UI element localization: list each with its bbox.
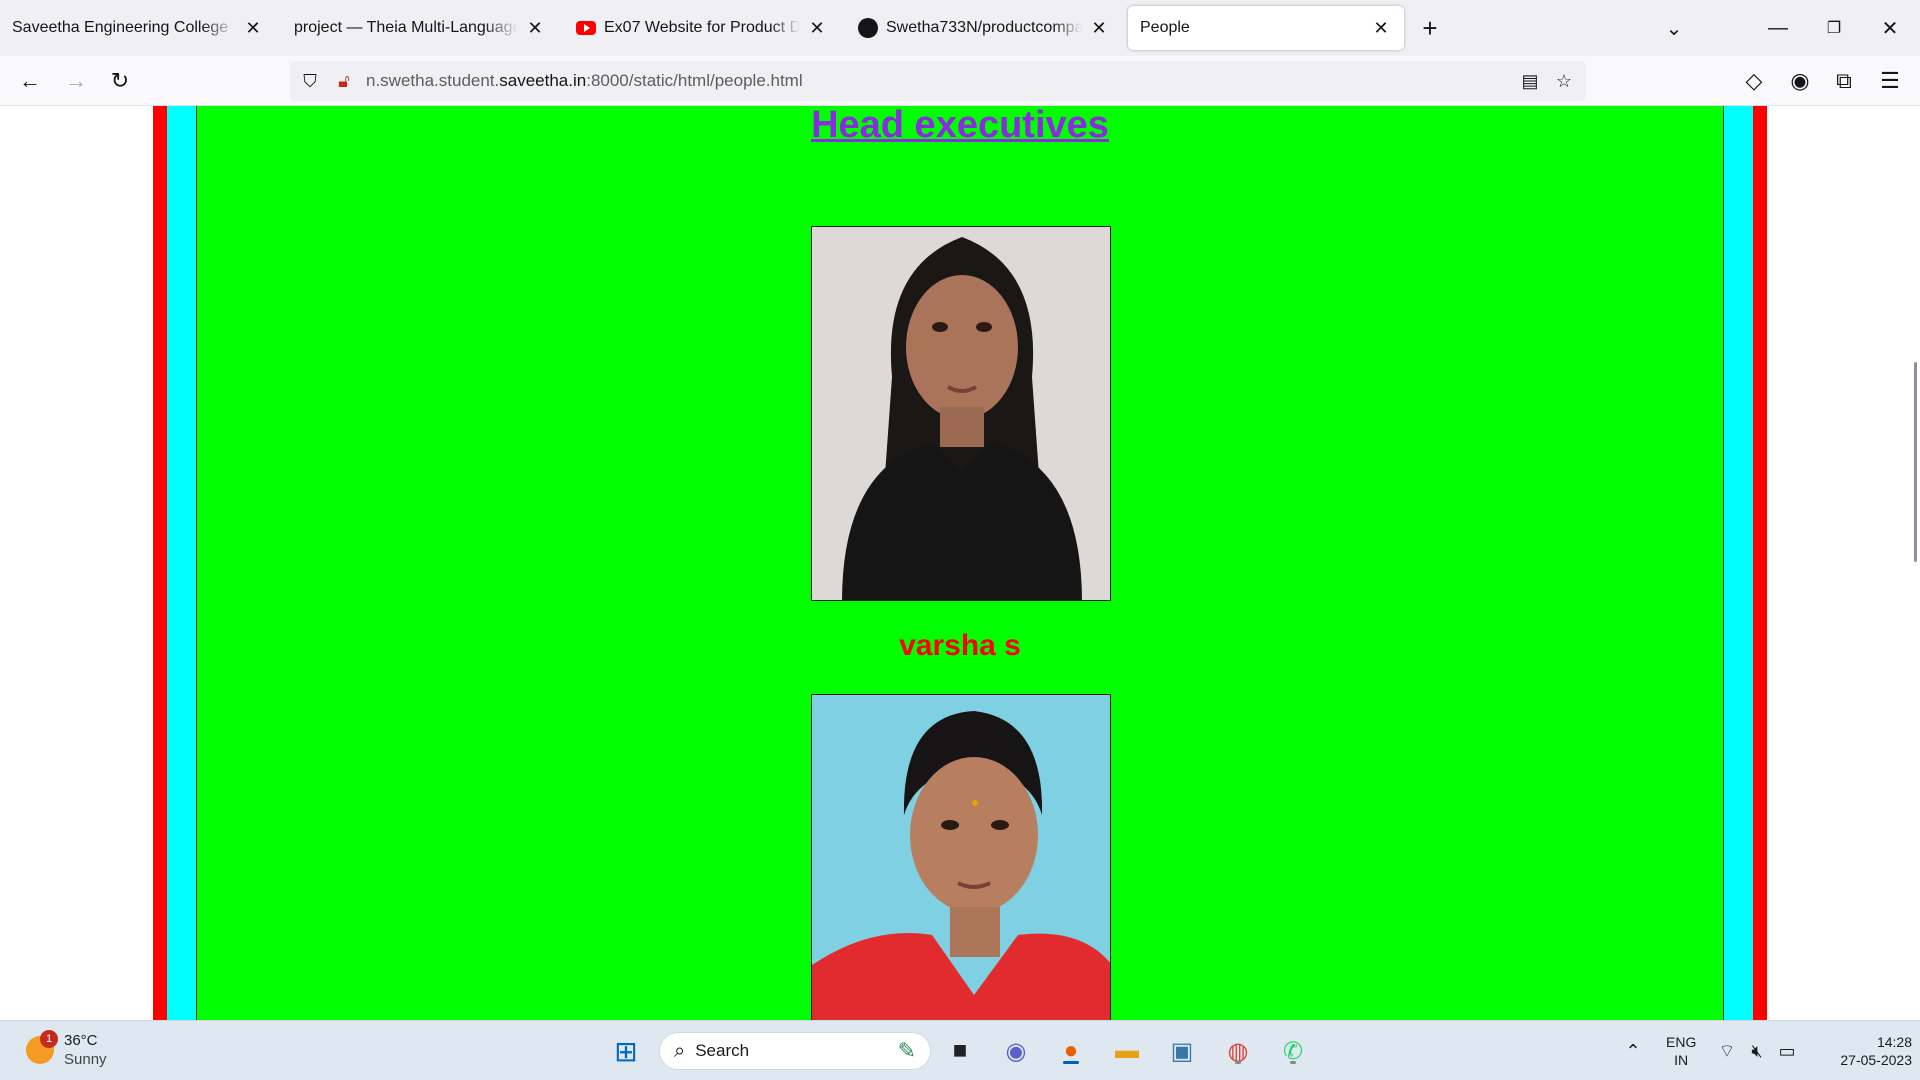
region-code: IN <box>1674 1052 1689 1068</box>
menu-icon[interactable]: ☰ <box>1874 65 1906 97</box>
person-photo <box>811 226 1111 601</box>
navigation-toolbar: ← → ↻ ⛉ 🔓︎ n.swetha.student.saveetha.in:… <box>0 56 1920 106</box>
task-view-icon[interactable]: ■ <box>943 1034 977 1068</box>
page-viewport: Head executives varsha s <box>0 106 1920 1020</box>
tab-strip: Saveetha Engineering College ✕ project —… <box>0 0 1920 56</box>
restore-icon[interactable]: ❐ <box>1816 10 1852 46</box>
language-code: ENG <box>1666 1034 1697 1050</box>
firefox-icon[interactable]: ● <box>1054 1034 1088 1068</box>
wifi-icon[interactable]: ⌔ <box>1710 1034 1744 1068</box>
tab-title: Swetha733N/productcompanywebsite <box>886 19 1082 36</box>
address-bar[interactable]: ⛉ 🔓︎ n.swetha.student.saveetha.in:8000/s… <box>290 61 1586 101</box>
pocket-icon[interactable]: ◇ <box>1738 65 1770 97</box>
extensions-icon[interactable]: ⧉ <box>1828 65 1860 97</box>
notification-badge: 1 <box>40 1030 58 1048</box>
page-heading[interactable]: Head executives <box>197 106 1723 144</box>
person-photo <box>811 694 1111 1020</box>
left-outer-border <box>153 106 167 1020</box>
close-tab-icon[interactable]: ✕ <box>1088 17 1110 39</box>
show-hidden-icons-chevron-icon[interactable]: ⌃ <box>1616 1034 1650 1068</box>
weather-condition: Sunny <box>64 1051 107 1068</box>
back-arrow-icon[interactable]: ← <box>14 65 46 97</box>
battery-icon[interactable]: ▭ <box>1770 1034 1804 1068</box>
close-window-icon[interactable]: ✕ <box>1872 10 1908 46</box>
tab-title: project — Theia Multi-Language Explorer <box>294 19 518 36</box>
github-icon <box>858 18 878 38</box>
forward-arrow-icon[interactable]: → <box>60 65 92 97</box>
bookmark-star-icon[interactable]: ☆ <box>1552 69 1576 93</box>
language-indicator[interactable]: ENG IN <box>1666 1033 1696 1069</box>
shield-icon[interactable]: ⛉ <box>298 69 322 93</box>
url-domain: saveetha.in <box>499 71 587 90</box>
speaker-muted-icon[interactable]: 🔇︎ <box>1740 1034 1774 1068</box>
portrait-image <box>812 227 1110 600</box>
list-all-tabs-icon[interactable]: ⌄ <box>1656 10 1692 46</box>
right-inner-border <box>1724 106 1753 1020</box>
close-tab-icon[interactable]: ✕ <box>806 17 828 39</box>
minimize-icon[interactable]: — <box>1760 10 1796 46</box>
taskbar-search-box[interactable]: ⌕ Search ✎ <box>659 1032 931 1070</box>
portrait-image <box>812 695 1110 1020</box>
python-idle-icon[interactable]: ▣ <box>1165 1034 1199 1068</box>
tab-saveetha[interactable]: Saveetha Engineering College ✕ <box>0 6 276 50</box>
account-icon[interactable]: ◉ <box>1784 65 1816 97</box>
person-name: varsha s <box>899 629 1021 662</box>
left-inner-border <box>167 106 196 1020</box>
youtube-icon <box>576 18 596 38</box>
teams-chat-icon[interactable]: ◉ <box>999 1034 1033 1068</box>
reload-icon[interactable]: ↻ <box>104 65 136 97</box>
tab-title: Saveetha Engineering College <box>12 19 229 36</box>
close-tab-icon[interactable]: ✕ <box>242 17 264 39</box>
url-text[interactable]: n.swetha.student.saveetha.in:8000/static… <box>366 71 803 91</box>
file-explorer-icon[interactable]: ▬ <box>1110 1034 1144 1068</box>
clock-time: 14:28 <box>1876 1034 1912 1050</box>
clock-date: 27-05-2023 <box>1840 1052 1912 1068</box>
new-tab-button[interactable]: + <box>1416 13 1444 43</box>
chrome-icon[interactable]: ◍ <box>1221 1034 1255 1068</box>
scrollbar-thumb[interactable] <box>1914 362 1917 562</box>
url-suffix: :8000/static/html/people.html <box>586 71 803 90</box>
clock[interactable]: 14:28 27-05-2023 <box>1812 1033 1912 1069</box>
search-highlight-icon: ✎ <box>897 1038 916 1063</box>
weather-text: 36°C Sunny <box>64 1031 107 1069</box>
whatsapp-icon[interactable]: ✆ <box>1276 1034 1310 1068</box>
temperature: 36°C <box>64 1032 98 1049</box>
url-prefix: n.swetha.student. <box>366 71 500 90</box>
insecure-lock-icon[interactable]: 🔓︎ <box>332 69 356 93</box>
vertical-scrollbar[interactable] <box>1906 106 1920 1020</box>
close-tab-icon[interactable]: ✕ <box>524 17 546 39</box>
close-tab-icon[interactable]: ✕ <box>1370 17 1392 39</box>
sun-icon: 1 <box>26 1030 58 1064</box>
tab-ex07[interactable]: Ex07 Website for Product Development ✕ <box>564 6 840 50</box>
tab-title: Ex07 Website for Product Development <box>604 19 800 36</box>
search-icon: ⌕ <box>674 1039 686 1062</box>
tab-people[interactable]: People ✕ <box>1128 6 1404 50</box>
right-outer-border <box>1753 106 1767 1020</box>
search-placeholder: Search <box>695 1041 750 1060</box>
tab-project[interactable]: project — Theia Multi-Language Explorer … <box>282 6 558 50</box>
tab-title: People <box>1140 19 1190 36</box>
tab-github[interactable]: Swetha733N/productcompanywebsite ✕ <box>846 6 1122 50</box>
reader-view-icon[interactable]: ▤ <box>1518 69 1542 93</box>
content-panel: Head executives varsha s <box>196 106 1724 1020</box>
taskbar: 1 36°C Sunny ⊞ ⌕ Search ✎ ■ ◉ ● ▬ ▣ ◍ ✆ … <box>0 1020 1920 1080</box>
weather-widget[interactable]: 1 36°C Sunny <box>26 1030 107 1069</box>
windows-start-icon[interactable]: ⊞ <box>609 1034 643 1068</box>
